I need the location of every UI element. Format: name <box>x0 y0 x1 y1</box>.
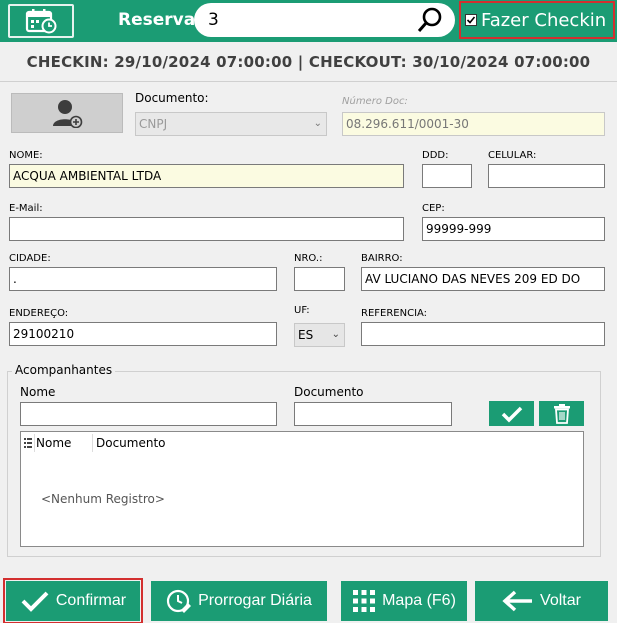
confirm-button[interactable]: Confirmar <box>3 578 143 623</box>
nro-field[interactable] <box>294 267 345 291</box>
cidade-label: CIDADE: <box>9 253 51 264</box>
check-icon <box>466 16 476 24</box>
check-icon <box>501 406 522 422</box>
reserva-label: Reserva <box>118 10 196 30</box>
chevron-down-icon: ⌄ <box>331 329 340 340</box>
clock-edit-icon <box>166 589 192 613</box>
calendar-button[interactable] <box>8 4 74 38</box>
add-user-icon <box>53 100 83 128</box>
grid-empty-message: <Nenhum Registro> <box>41 492 165 506</box>
grid-header: Nome Documento <box>21 432 583 454</box>
ddd-label: DDD: <box>422 150 449 161</box>
extend-label: Prorrogar Diária <box>198 592 312 609</box>
celular-field[interactable] <box>488 164 605 188</box>
cep-label: CEP: <box>422 203 445 214</box>
checkin-label: Fazer Checkin <box>481 9 607 31</box>
companion-nome-field[interactable] <box>20 402 277 426</box>
celular-label: CELULAR: <box>488 150 537 161</box>
column-separator <box>92 434 93 452</box>
documento-label: Documento: <box>135 91 209 105</box>
cep-field[interactable]: 99999-999 <box>422 217 605 241</box>
calendar-clock-icon <box>25 9 57 34</box>
checkin-checkbox[interactable] <box>465 14 477 26</box>
companions-grid[interactable]: Nome Documento <Nenhum Registro> <box>20 431 584 547</box>
cidade-field[interactable]: . <box>9 267 277 291</box>
companion-documento-label: Documento <box>294 385 364 399</box>
documento-select[interactable]: CNPJ ⌄ <box>135 112 327 136</box>
divider <box>0 81 617 82</box>
companion-nome-label: Nome <box>20 385 56 399</box>
companion-documento-field[interactable] <box>294 402 452 426</box>
referencia-field[interactable] <box>361 322 605 346</box>
grid-icon <box>353 590 376 612</box>
uf-select[interactable]: ES ⌄ <box>294 323 345 347</box>
checkin-checkout-dates: CHECKIN: 29/10/2024 07:00:00 | CHECKOUT:… <box>26 53 591 71</box>
uf-label: UF: <box>294 305 310 316</box>
fazer-checkin-toggle[interactable]: Fazer Checkin <box>459 1 615 39</box>
email-field[interactable] <box>9 217 404 241</box>
bairro-label: BAIRRO: <box>361 253 403 264</box>
chevron-down-icon: ⌄ <box>313 118 322 129</box>
confirm-label: Confirmar <box>55 592 127 609</box>
arrow-left-icon <box>502 590 533 612</box>
numero-doc-label: Número Doc: <box>342 96 408 107</box>
grid-col-nome[interactable]: Nome <box>36 436 71 450</box>
endereco-field[interactable]: 29100210 <box>9 322 277 346</box>
list-icon <box>24 438 32 448</box>
endereco-label: ENDEREÇO: <box>9 308 69 319</box>
delete-companion-button[interactable] <box>539 401 584 426</box>
uf-value: ES <box>298 328 314 342</box>
back-button[interactable]: Voltar <box>475 581 608 621</box>
numero-doc-field[interactable]: 08.296.611/0001-30 <box>342 112 605 136</box>
add-person-button[interactable] <box>11 93 123 133</box>
trash-icon <box>553 403 570 424</box>
extend-stay-button[interactable]: Prorrogar Diária <box>151 581 327 621</box>
reserva-search-box <box>194 3 455 37</box>
column-separator <box>34 434 35 452</box>
grid-col-documento[interactable]: Documento <box>96 436 166 450</box>
acompanhantes-title: Acompanhantes <box>12 363 116 377</box>
nro-label: NRO.: <box>294 253 323 264</box>
ddd-field[interactable] <box>422 164 472 188</box>
nome-label: NOME: <box>9 150 43 161</box>
add-companion-button[interactable] <box>489 401 534 426</box>
reserva-search-input[interactable] <box>206 8 406 32</box>
bairro-field[interactable]: AV LUCIANO DAS NEVES 209 ED DO <box>361 267 605 291</box>
email-label: E-Mail: <box>9 203 43 214</box>
documento-value: CNPJ <box>139 117 168 131</box>
referencia-label: REFERENCIA: <box>361 308 428 319</box>
check-icon <box>21 591 49 612</box>
map-button[interactable]: Mapa (F6) <box>341 581 467 621</box>
search-icon[interactable] <box>417 6 445 34</box>
nome-field[interactable]: ACQUA AMBIENTAL LTDA <box>9 164 404 188</box>
top-bar: Reserva Fazer Checkin <box>0 0 617 42</box>
back-label: Voltar <box>540 592 581 609</box>
map-label: Mapa (F6) <box>382 592 456 609</box>
